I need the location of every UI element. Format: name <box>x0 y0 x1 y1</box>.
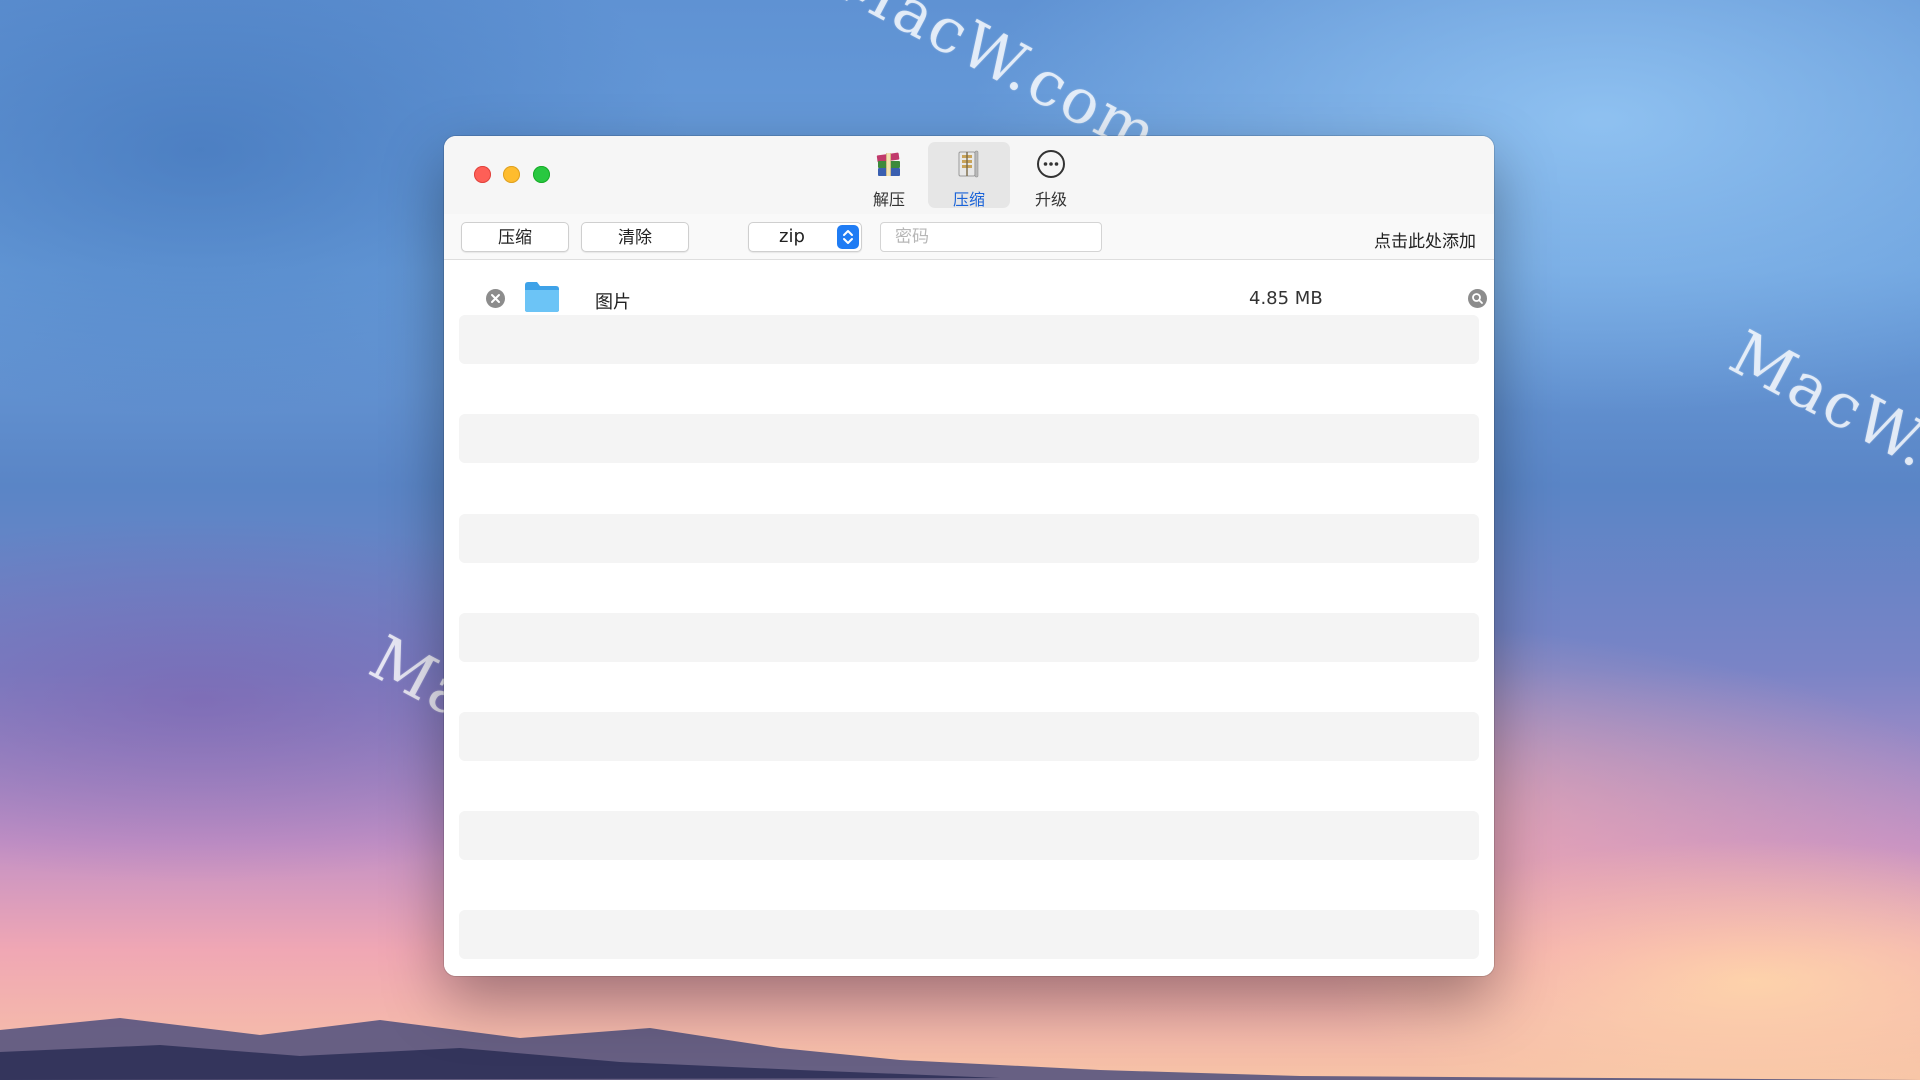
format-select-value: zip <box>779 226 805 247</box>
tab-compress[interactable]: 压缩 <box>928 142 1010 209</box>
chevron-updown-icon <box>843 230 853 244</box>
reveal-in-finder-button[interactable] <box>1468 289 1487 308</box>
list-stripe <box>459 811 1479 860</box>
tab-compress-label: 压缩 <box>952 190 985 209</box>
file-name: 图片 <box>595 292 631 313</box>
list-stripe <box>459 910 1479 959</box>
tab-upgrade[interactable]: 升级 <box>1010 142 1092 209</box>
list-stripe <box>459 712 1479 761</box>
file-list[interactable]: 图片 4.85 MB <box>444 260 1494 976</box>
close-icon <box>491 294 500 303</box>
format-select[interactable]: zip <box>748 222 862 252</box>
select-arrows-icon <box>837 225 859 249</box>
more-circle-icon <box>1037 150 1065 178</box>
watermark-text: MacW.com <box>1718 316 1920 547</box>
folder-icon <box>525 282 559 312</box>
clear-button[interactable]: 清除 <box>581 222 689 252</box>
list-stripe <box>459 613 1479 662</box>
title-bar: 解压 压缩 升级 <box>444 136 1494 215</box>
zip-file-icon <box>958 150 979 178</box>
minimize-window-button[interactable] <box>503 166 520 183</box>
file-size: 4.85 MB <box>1249 288 1323 309</box>
list-stripe <box>459 514 1479 563</box>
close-window-button[interactable] <box>474 166 491 183</box>
remove-item-button[interactable] <box>486 289 505 308</box>
tab-extract[interactable]: 解压 <box>848 142 930 209</box>
archive-books-icon <box>876 152 900 176</box>
password-input[interactable] <box>880 222 1102 252</box>
compress-button[interactable]: 压缩 <box>461 222 569 252</box>
app-window: 解压 压缩 升级 压缩 清除 zip 点击此处添加 图片 4.85 MB <box>444 136 1494 976</box>
action-bar: 压缩 清除 zip 点击此处添加 <box>444 214 1494 260</box>
mountain-silhouette <box>0 1018 1920 1080</box>
tab-upgrade-label: 升级 <box>1034 190 1067 209</box>
tab-extract-label: 解压 <box>872 190 905 209</box>
maximize-window-button[interactable] <box>533 166 550 183</box>
list-stripe <box>459 414 1479 463</box>
add-files-hint[interactable]: 点击此处添加 <box>1374 227 1476 252</box>
list-item[interactable]: 图片 4.85 MB <box>459 276 1487 324</box>
magnifier-icon <box>1472 293 1483 304</box>
